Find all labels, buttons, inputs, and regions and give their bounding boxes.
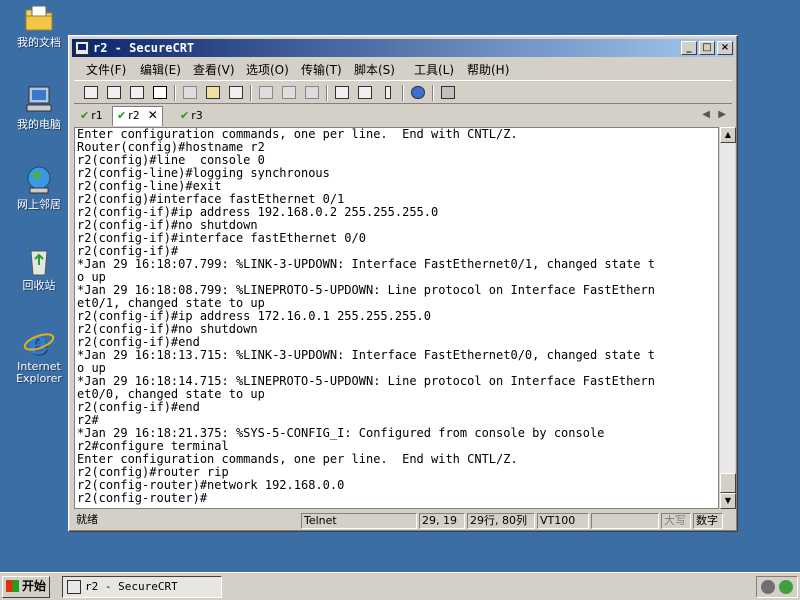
status-cursor-position: 29, 19 <box>419 513 465 529</box>
windows-logo-icon <box>6 580 19 592</box>
window-title: r2 - SecureCRT <box>93 41 195 55</box>
tab-scroll-right-icon[interactable]: ▶ <box>718 109 726 120</box>
terminal-line: r2(config-router)# <box>77 491 208 505</box>
menu-bar: 文件(F) 编辑(E) 查看(V) 选项(O) 传输(T) 脚本(S) 工具(L… <box>72 58 734 78</box>
tab-label: r2 <box>128 109 140 122</box>
toolbar-separator <box>326 85 328 101</box>
desktop-icon-my-documents[interactable]: 我的文档 <box>6 2 72 49</box>
desktop-icon-label: 回收站 <box>22 279 56 292</box>
tab-scroll-left-icon[interactable]: ◀ <box>702 109 710 120</box>
quick-connect-icon[interactable] <box>105 84 123 102</box>
desktop-icon-label: 我的电脑 <box>17 118 61 131</box>
maximize-button[interactable]: □ <box>699 41 715 55</box>
connect-in-tab-icon[interactable] <box>128 84 146 102</box>
terminal-line: *Jan 29 16:18:13.715: %LINK-3-UPDOWN: In… <box>77 348 655 362</box>
connected-check-icon: ✔ <box>180 109 190 122</box>
disconnect-icon[interactable] <box>151 84 169 102</box>
title-bar[interactable]: r2 - SecureCRT _ □ × <box>72 39 734 57</box>
securecrt-window: r2 - SecureCRT _ □ × 文件(F) 编辑(E) 查看(V) 选… <box>68 35 738 532</box>
terminal-line: *Jan 29 16:18:07.799: %LINK-3-UPDOWN: In… <box>77 257 655 271</box>
copy-icon[interactable] <box>181 84 199 102</box>
start-button[interactable]: 开始 <box>2 576 50 598</box>
find-icon[interactable] <box>227 84 245 102</box>
scroll-up-icon[interactable]: ▲ <box>720 127 736 143</box>
status-emulation: VT100 <box>537 513 589 529</box>
minimize-button[interactable]: _ <box>681 41 697 55</box>
toolbar-separator <box>432 85 434 101</box>
close-tab-icon[interactable]: ✕ <box>148 108 158 122</box>
menu-tools[interactable]: 工具(L) <box>414 61 454 78</box>
toolbar <box>74 80 732 104</box>
about-icon[interactable] <box>439 84 457 102</box>
desktop-icon-label: 网上邻居 <box>17 198 61 211</box>
taskbar-button-securecrt[interactable]: r2 - SecureCRT <box>62 576 222 598</box>
menu-view[interactable]: 查看(V) <box>193 61 235 78</box>
desktop-icon-recycle-bin[interactable]: 回收站 <box>6 245 72 292</box>
desktop-icon-internet-explorer[interactable]: e Internet Explorer <box>6 324 72 385</box>
help-icon[interactable] <box>409 84 427 102</box>
status-ready: 就绪 <box>76 513 98 526</box>
status-caps-lock: 大写 <box>661 513 691 529</box>
globe-network-icon <box>22 164 56 196</box>
tab-r1[interactable]: ✔ r1 <box>76 108 107 126</box>
tab-label: r1 <box>91 109 103 122</box>
print-selection-icon[interactable] <box>280 84 298 102</box>
securecrt-app-icon <box>67 580 81 594</box>
keymap-icon[interactable] <box>379 84 397 102</box>
toolbar-separator <box>174 85 176 101</box>
desktop-icon-my-computer[interactable]: 我的电脑 <box>6 84 72 131</box>
start-label: 开始 <box>22 579 47 593</box>
status-protocol: Telnet <box>301 513 417 529</box>
system-tray <box>756 576 798 598</box>
tray-speaker-icon[interactable] <box>761 580 775 594</box>
session-tabs: ✔ r1 ✔ r2 ✕ ✔ r3 ◀ ▶ <box>74 106 732 126</box>
menu-edit[interactable]: 编辑(E) <box>140 61 181 78</box>
global-options-icon[interactable] <box>356 84 374 102</box>
tab-r2[interactable]: ✔ r2 ✕ <box>112 106 163 126</box>
tray-network-icon[interactable] <box>779 580 793 594</box>
status-bar: 就绪 Telnet 29, 19 29行, 80列 VT100 大写 数字 <box>72 512 734 530</box>
recycle-bin-icon <box>22 245 56 277</box>
terminal-output[interactable]: Enter configuration commands, one per li… <box>74 127 719 509</box>
session-options-icon[interactable] <box>333 84 351 102</box>
taskbar-button-label: r2 - SecureCRT <box>85 580 178 593</box>
print-setup-icon[interactable] <box>303 84 321 102</box>
computer-icon <box>22 84 56 116</box>
connected-check-icon: ✔ <box>80 109 90 122</box>
toolbar-separator <box>402 85 404 101</box>
terminal-scrollbar[interactable]: ▲ ▼ <box>719 127 736 509</box>
tab-r3[interactable]: ✔ r3 <box>176 108 207 126</box>
close-button[interactable]: × <box>717 41 733 55</box>
paste-icon[interactable] <box>204 84 222 102</box>
print-icon[interactable] <box>257 84 275 102</box>
desktop-icon-label: 我的文档 <box>17 36 61 49</box>
folder-icon <box>22 2 56 34</box>
desktop-icon-network[interactable]: 网上邻居 <box>6 164 72 211</box>
taskbar: 开始 r2 - SecureCRT <box>0 572 800 600</box>
connect-icon[interactable] <box>82 84 100 102</box>
menu-help[interactable]: 帮助(H) <box>467 61 509 78</box>
status-num-lock: 数字 <box>693 513 723 529</box>
menu-file[interactable]: 文件(F) <box>86 61 126 78</box>
tab-label: r3 <box>191 109 203 122</box>
svg-text:e: e <box>28 326 48 358</box>
connected-check-icon: ✔ <box>117 109 127 122</box>
scroll-down-icon[interactable]: ▼ <box>720 493 736 509</box>
status-terminal-size: 29行, 80列 <box>467 513 535 529</box>
menu-transfer[interactable]: 传输(T) <box>301 61 342 78</box>
status-blank <box>591 513 659 529</box>
menu-script[interactable]: 脚本(S) <box>354 61 395 78</box>
securecrt-app-icon[interactable] <box>75 41 89 55</box>
menu-options[interactable]: 选项(O) <box>246 61 289 78</box>
scroll-thumb[interactable] <box>720 473 736 493</box>
internet-explorer-icon: e <box>22 324 56 362</box>
desktop-icon-label: Internet Explorer <box>16 360 62 385</box>
toolbar-separator <box>250 85 252 101</box>
